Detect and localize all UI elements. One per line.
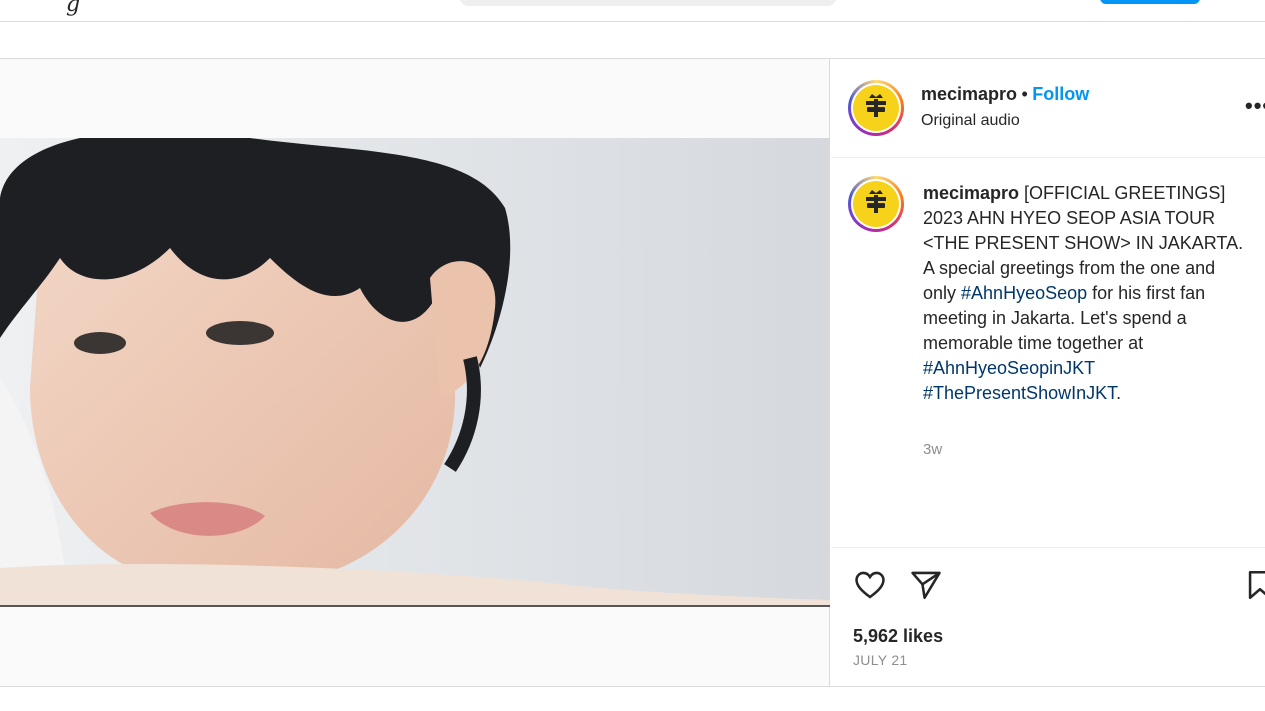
hashtag-link[interactable]: #ThePresentShowInJKT (923, 383, 1116, 403)
likes-count[interactable]: 5,962 likes (853, 626, 943, 647)
avatar[interactable] (848, 80, 904, 136)
hashtag-link[interactable]: #AhnHyeoSeopinJKT (923, 358, 1095, 378)
video-player[interactable] (0, 138, 830, 607)
caption-username[interactable]: mecimapro (923, 183, 1019, 203)
post-media (0, 59, 830, 686)
post-header: mecimapro • Follow Original audio ••• (831, 59, 1265, 158)
audio-label[interactable]: Original audio (921, 112, 1020, 130)
bookmark-icon[interactable] (1243, 568, 1265, 602)
separator-dot: • (1021, 84, 1028, 104)
caption-section: mecimapro [OFFICIAL GREETINGS] 2023 AHN … (831, 159, 1265, 547)
post-caption: mecimapro [OFFICIAL GREETINGS] 2023 AHN … (923, 181, 1253, 406)
video-frame (0, 138, 830, 605)
time-ago[interactable]: 3w (923, 441, 942, 458)
heart-icon[interactable] (853, 568, 887, 602)
paper-plane-icon[interactable] (909, 568, 943, 602)
post-date[interactable]: JULY 21 (853, 652, 908, 668)
post-card: mecimapro • Follow Original audio ••• (0, 58, 1265, 687)
top-navigation-bar: g (0, 0, 1265, 22)
hashtag-link[interactable]: #AhnHyeoSeop (961, 283, 1087, 303)
caption-avatar[interactable] (848, 176, 904, 232)
caption-end: . (1116, 383, 1122, 403)
search-input[interactable] (460, 0, 836, 6)
instagram-logo[interactable]: g (66, 0, 80, 17)
login-button[interactable] (1100, 0, 1200, 4)
more-options-icon[interactable]: ••• (1245, 93, 1265, 119)
mecimapro-logo (866, 190, 886, 213)
follow-button[interactable]: Follow (1032, 84, 1089, 104)
mecimapro-logo (866, 94, 886, 117)
post-sidebar: mecimapro • Follow Original audio ••• (831, 59, 1265, 686)
author-username[interactable]: mecimapro (921, 84, 1017, 104)
post-actions: 5,962 likes JULY 21 (831, 547, 1265, 686)
